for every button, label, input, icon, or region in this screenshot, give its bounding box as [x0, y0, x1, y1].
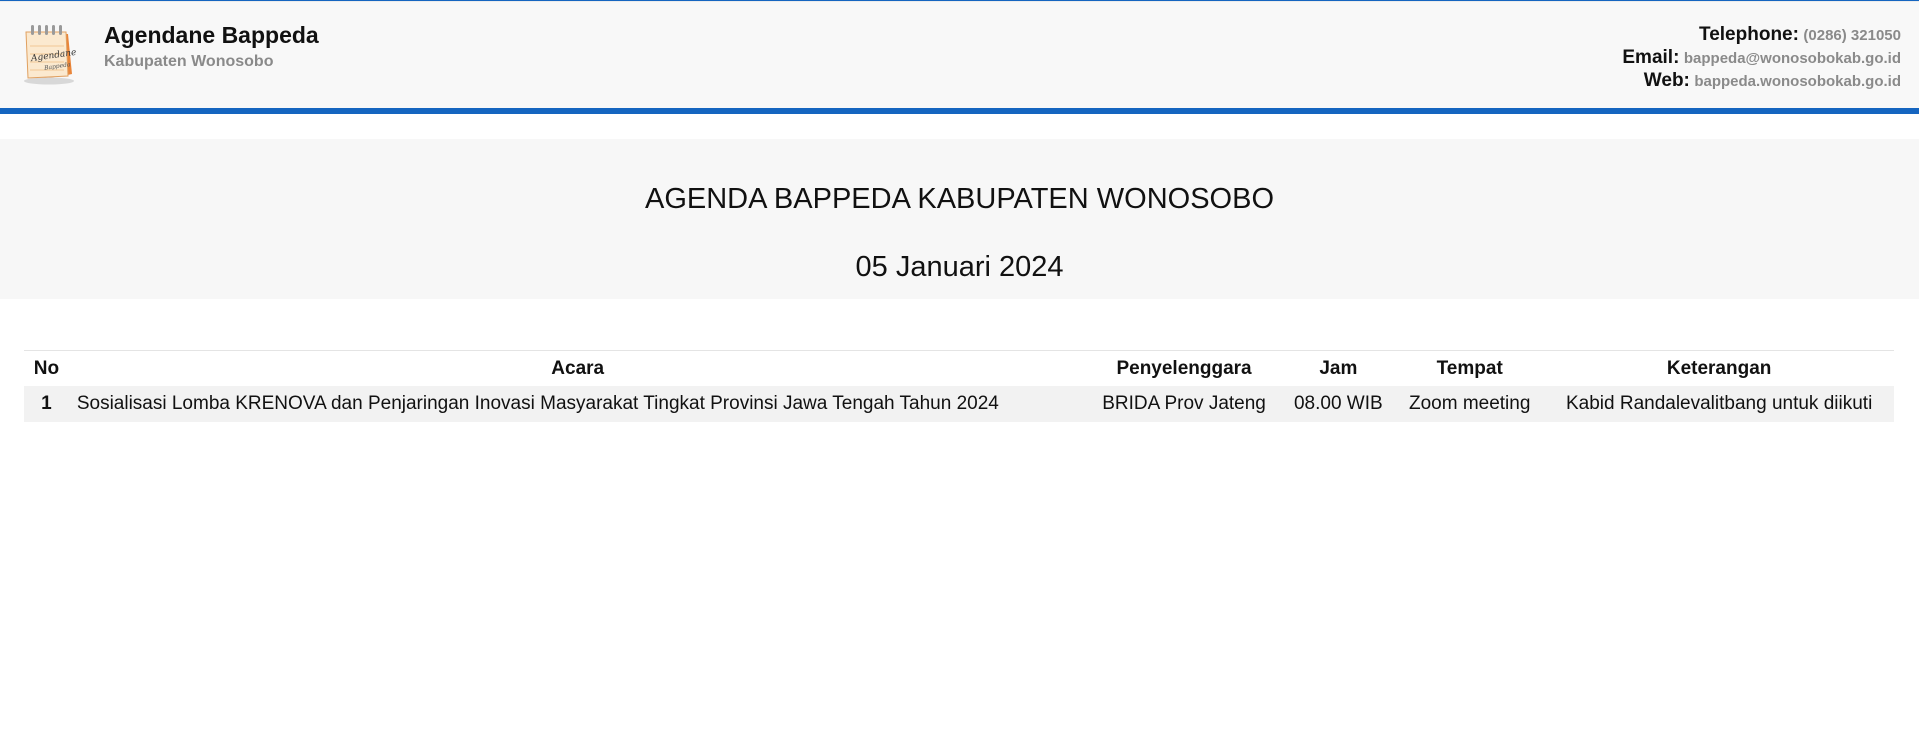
- web-value: bappeda.wonosobokab.go.id: [1694, 73, 1901, 90]
- table-header-row: No Acara Penyelenggara Jam Tempat Ketera…: [24, 350, 1894, 387]
- contact-telephone: Telephone: (0286) 321050: [1622, 23, 1901, 46]
- contact-info: Telephone: (0286) 321050 Email: bappeda@…: [1622, 23, 1901, 92]
- telephone-label: Telephone:: [1699, 24, 1799, 45]
- site-subtitle: Kabupaten Wonosobo: [104, 53, 274, 70]
- header-accent-bar: [0, 108, 1919, 114]
- agenda-notepad-icon: Agendane Bappeda: [24, 25, 77, 85]
- cell-tempat: Zoom meeting: [1408, 393, 1531, 414]
- contact-email: Email: bappeda@wonosobokab.go.id: [1622, 46, 1901, 69]
- cell-acara: Sosialisasi Lomba KRENOVA dan Penjaringa…: [76, 393, 999, 414]
- cell-jam: 08.00 WIB: [1293, 393, 1383, 414]
- cell-no: 1: [41, 393, 52, 414]
- site-header: Agendane Bappeda Agendane Bappeda Kabupa…: [0, 1, 1919, 108]
- table-row: 1 Sosialisasi Lomba KRENOVA dan Penjarin…: [24, 386, 1894, 422]
- header-jam: Jam: [1319, 357, 1358, 379]
- cell-keterangan: Kabid Randalevalitbang untuk diikuti: [1565, 393, 1873, 414]
- agenda-date: 05 Januari 2024: [855, 251, 1064, 283]
- contact-web: Web: bappeda.wonosobokab.go.id: [1622, 69, 1901, 92]
- header-acara: Acara: [551, 357, 605, 379]
- agenda-table: No Acara Penyelenggara Jam Tempat Ketera…: [24, 350, 1894, 422]
- cell-penyelenggara: BRIDA Prov Jateng: [1102, 393, 1266, 414]
- header-no: No: [33, 357, 60, 379]
- site-title: Agendane Bappeda: [104, 22, 319, 48]
- header-penyelenggara: Penyelenggara: [1116, 357, 1252, 379]
- web-label: Web:: [1643, 70, 1690, 91]
- header-tempat: Tempat: [1436, 357, 1503, 379]
- agenda-title: AGENDA BAPPEDA KABUPATEN WONOSOBO: [644, 183, 1275, 215]
- agenda-banner: AGENDA BAPPEDA KABUPATEN WONOSOBO 05 Jan…: [0, 139, 1919, 299]
- telephone-value: (0286) 321050: [1803, 27, 1901, 44]
- email-label: Email:: [1622, 47, 1680, 68]
- header-keterangan: Keterangan: [1666, 357, 1772, 379]
- email-value: bappeda@wonosobokab.go.id: [1683, 50, 1901, 67]
